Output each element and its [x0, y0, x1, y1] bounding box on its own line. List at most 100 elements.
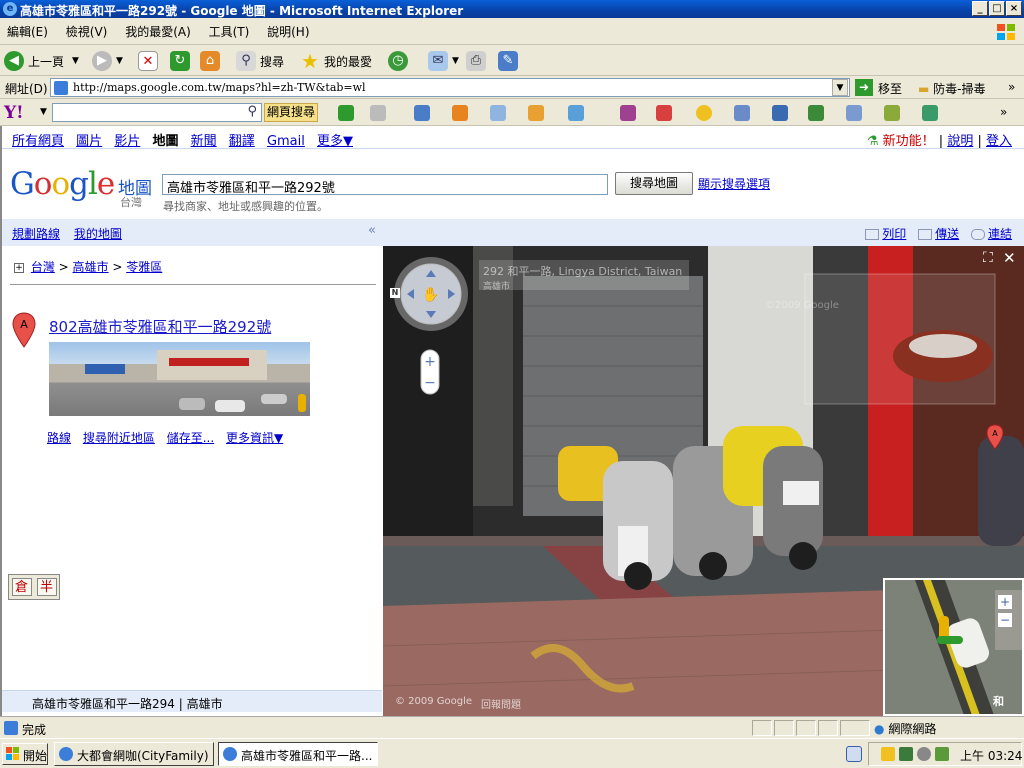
search-options-link[interactable]: 顯示搜尋選項: [698, 175, 770, 192]
news-icon[interactable]: [656, 105, 672, 121]
bookmark-icon[interactable]: [414, 105, 430, 121]
gbar-translate[interactable]: 翻譯: [229, 134, 255, 149]
link-link[interactable]: 連結: [988, 227, 1012, 241]
pan-hand-icon[interactable]: ✋: [422, 286, 439, 303]
stop-button[interactable]: ✕: [138, 50, 162, 72]
yahoo-web-search-button[interactable]: 網頁搜尋: [264, 103, 318, 122]
start-button[interactable]: 開始: [2, 743, 48, 765]
expand-icon[interactable]: +: [14, 262, 24, 273]
minimize-button[interactable]: _: [972, 1, 988, 16]
menu-tools[interactable]: 工具(T): [202, 19, 257, 44]
mail-button[interactable]: ✉ ▼: [428, 50, 459, 72]
result-title-link[interactable]: 802高雄市苓雅區和平一路292號: [49, 316, 271, 337]
address-dropdown[interactable]: ▼: [832, 79, 848, 96]
antivirus-icon[interactable]: [899, 747, 913, 761]
streetview-thumbnail[interactable]: [49, 342, 310, 416]
mail-icon[interactable]: [490, 105, 506, 121]
go-arrow-icon[interactable]: ➜: [855, 79, 873, 96]
fullscreen-icon[interactable]: ⛶: [983, 250, 993, 266]
street-view-panel[interactable]: 292 和平一路, Lingya District, Taiwan 高雄市 ©2…: [383, 246, 1024, 716]
maximize-button[interactable]: □: [989, 1, 1005, 16]
language-bar-icon[interactable]: [846, 746, 862, 762]
tools-icon[interactable]: [884, 105, 900, 121]
address-input[interactable]: http://maps.google.com.tw/maps?hl=zh-TW&…: [50, 78, 850, 97]
breadcrumb-kaohsiung[interactable]: 高雄市: [73, 260, 109, 274]
report-problem-link[interactable]: 回報問題: [481, 696, 521, 711]
search-nearby-link[interactable]: 搜尋附近地區: [83, 431, 155, 445]
yahoo-logo-icon[interactable]: Y!: [4, 103, 24, 123]
calendar-icon[interactable]: [734, 105, 750, 121]
map-search-input[interactable]: 高雄市苓雅區和平一路292號: [162, 174, 608, 196]
ime-mode-button[interactable]: 倉: [11, 578, 32, 596]
print-button[interactable]: ⎙: [466, 50, 490, 72]
zoom-in-icon[interactable]: +: [424, 354, 436, 370]
close-streetview-icon[interactable]: ✕: [1003, 249, 1016, 267]
antivirus-link[interactable]: ▬ 防毒-掃毒: [918, 80, 986, 97]
folder-icon[interactable]: [881, 747, 895, 761]
breadcrumb-taiwan[interactable]: 台灣: [31, 260, 55, 274]
box-icon[interactable]: [846, 105, 862, 121]
games-icon[interactable]: [808, 105, 824, 121]
breadcrumb-lingya[interactable]: 苓雅區: [126, 260, 162, 274]
nvidia-icon[interactable]: [935, 747, 949, 761]
nearby-address-row[interactable]: 高雄市苓雅區和平一路294 | 高雄市: [2, 690, 382, 712]
marker-a-icon[interactable]: A: [12, 312, 36, 348]
person-icon[interactable]: [528, 105, 544, 121]
gbar-more[interactable]: 更多▼: [317, 134, 353, 149]
print-link[interactable]: 列印: [882, 227, 906, 241]
zoom-out-icon[interactable]: −: [424, 375, 436, 391]
help-link[interactable]: 說明: [947, 134, 973, 149]
collapse-panel-icon[interactable]: «: [368, 223, 376, 238]
network-icon[interactable]: [917, 747, 931, 761]
task-cityfamily[interactable]: 大都會網咖(CityFamily) ...: [54, 742, 214, 766]
gbar-images[interactable]: 圖片: [76, 134, 102, 149]
yahoo-menu-chevron-icon[interactable]: ▼: [40, 107, 47, 117]
back-button[interactable]: ◀ 上一頁 ▼: [4, 50, 79, 72]
window-icon[interactable]: [370, 105, 386, 121]
search-maps-button[interactable]: 搜尋地圖: [615, 172, 693, 195]
menu-favorites[interactable]: 我的最愛(A): [118, 19, 198, 44]
streetview-nav-control[interactable]: ✋ + −: [391, 256, 471, 396]
messenger-icon[interactable]: [568, 105, 584, 121]
gbar-all-web[interactable]: 所有網頁: [12, 134, 64, 149]
gbar-gmail[interactable]: Gmail: [267, 134, 305, 149]
directions-link[interactable]: 規劃路線: [12, 227, 60, 241]
minimap-zoom-out[interactable]: −: [997, 612, 1013, 628]
yahoo-search-input[interactable]: ⚲: [52, 103, 262, 122]
send-link[interactable]: 傳送: [935, 227, 959, 241]
history-button[interactable]: ◷: [388, 50, 412, 72]
rss-icon[interactable]: [452, 105, 468, 121]
search-button[interactable]: ⚲ 搜尋: [236, 50, 284, 72]
task-google-maps[interactable]: 高雄市苓雅區和平一路...: [218, 742, 378, 766]
google-logo[interactable]: Google: [10, 166, 115, 202]
menu-help[interactable]: 說明(H): [260, 19, 316, 44]
marker-a-icon[interactable]: A: [986, 424, 1004, 450]
home-button[interactable]: ⌂: [200, 50, 224, 72]
new-features-link[interactable]: 新功能！: [883, 134, 935, 149]
my-maps-link[interactable]: 我的地圖: [74, 227, 122, 241]
more-info-link[interactable]: 更多資訊▼: [226, 431, 283, 445]
toolbar-chevron-icon[interactable]: »: [1008, 80, 1015, 94]
smiley-icon[interactable]: [696, 105, 712, 121]
mini-map[interactable]: + − 和: [883, 578, 1024, 716]
save-to-link[interactable]: 儲存至...: [167, 431, 214, 445]
refresh-button[interactable]: ↻: [170, 50, 194, 72]
close-button[interactable]: ×: [1006, 1, 1022, 16]
gbar-news[interactable]: 新聞: [191, 134, 217, 149]
gbar-videos[interactable]: 影片: [114, 134, 140, 149]
toolbar-chevron-icon[interactable]: »: [1000, 105, 1007, 119]
menu-view[interactable]: 檢視(V): [59, 19, 115, 44]
go-button[interactable]: 移至: [878, 80, 902, 97]
shield-icon[interactable]: [772, 105, 788, 121]
route-link[interactable]: 路線: [47, 431, 71, 445]
login-link[interactable]: 登入: [986, 134, 1012, 149]
minimap-zoom-in[interactable]: +: [997, 594, 1013, 610]
ime-halfwidth-button[interactable]: 半: [36, 578, 57, 596]
edit-button[interactable]: ✎: [498, 50, 522, 72]
forward-button[interactable]: ▶ ▼: [92, 50, 123, 72]
add-icon[interactable]: [338, 105, 354, 121]
shopping-icon[interactable]: [620, 105, 636, 121]
menu-edit[interactable]: 編輯(E): [0, 19, 55, 44]
favorites-button[interactable]: ★ 我的最愛: [300, 50, 372, 72]
flag-icon[interactable]: [922, 105, 938, 121]
